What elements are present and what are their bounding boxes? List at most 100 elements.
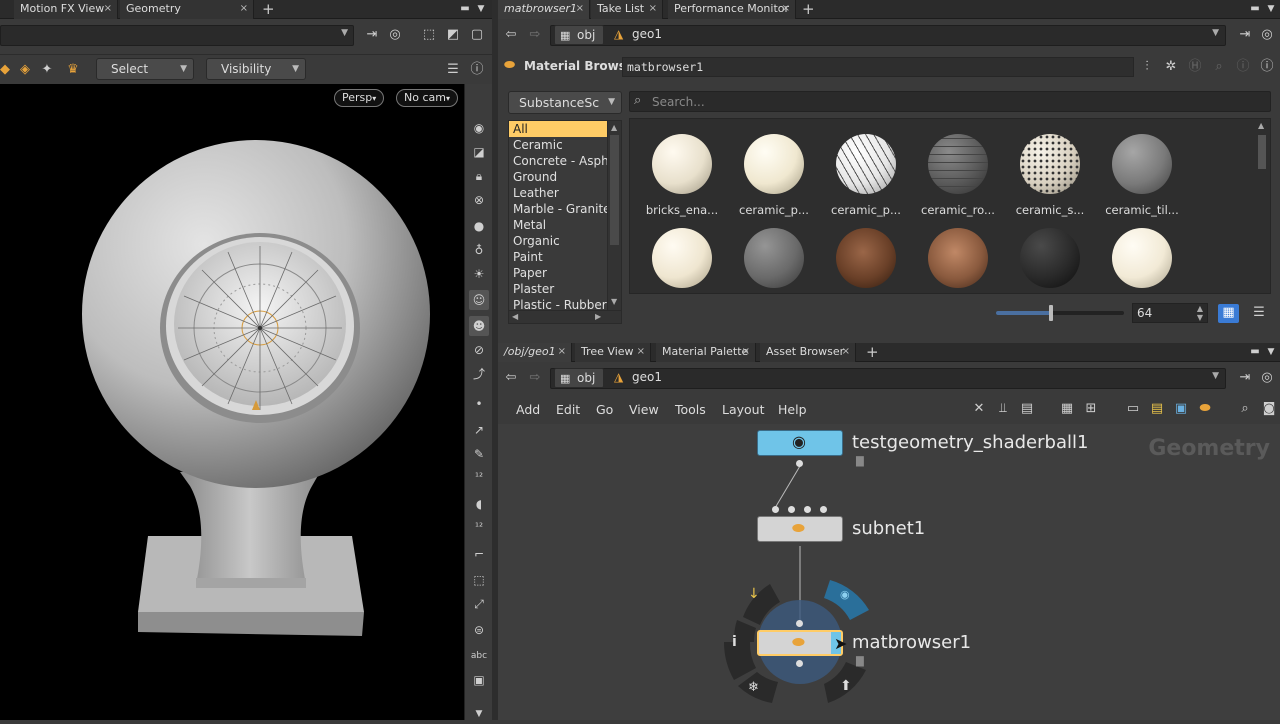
- vertex-icon[interactable]: ◖: [469, 494, 489, 514]
- menu-view[interactable]: View: [629, 402, 659, 417]
- node-input-dot[interactable]: [796, 620, 803, 627]
- material-thumb[interactable]: ceramic_p...: [820, 134, 912, 217]
- material-search-field[interactable]: ⌕ Search...: [629, 91, 1271, 112]
- help-icon[interactable]: ⓘ: [468, 61, 486, 79]
- category-scrollbar[interactable]: ▲ ▼: [607, 121, 621, 311]
- node-matbrowser1[interactable]: ⬬: [757, 630, 843, 656]
- breadcrumb-obj[interactable]: ▦ obj: [554, 368, 605, 388]
- brush-icon[interactable]: ↗: [469, 420, 489, 440]
- menu-edit[interactable]: Edit: [556, 402, 580, 417]
- camera-mode-button[interactable]: Persp▾: [334, 89, 385, 107]
- category-item[interactable]: Leather: [509, 185, 621, 201]
- back-arrow-icon[interactable]: ⇦: [502, 369, 520, 387]
- image-icon[interactable]: ▣: [1172, 400, 1190, 418]
- add-tab-icon[interactable]: +: [262, 0, 275, 18]
- houdini-icon[interactable]: Ⓗ: [1186, 58, 1204, 76]
- normals-icon[interactable]: ⤴: [469, 364, 489, 384]
- node-input-dot[interactable]: [820, 506, 827, 513]
- freeze-icon[interactable]: ❄: [748, 680, 759, 695]
- tab-asset-browser[interactable]: Asset Browser ×: [760, 343, 856, 362]
- material-thumb[interactable]: [1096, 228, 1188, 288]
- search-icon[interactable]: ⌕: [1236, 400, 1254, 418]
- magic-wand-icon[interactable]: ✦: [38, 61, 56, 79]
- lock-icon[interactable]: ▇: [856, 656, 864, 667]
- grid-icon[interactable]: ▦: [1058, 400, 1076, 418]
- material-thumb[interactable]: ceramic_s...: [1004, 134, 1096, 217]
- grid-snap-icon[interactable]: ◈: [16, 61, 34, 79]
- forward-arrow-icon[interactable]: ⇨: [526, 26, 544, 44]
- chevron-down-icon[interactable]: ▼: [341, 28, 348, 38]
- template-icon[interactable]: ◪: [469, 142, 489, 162]
- menu-tools[interactable]: Tools: [675, 402, 706, 417]
- menu-help[interactable]: Help: [778, 402, 807, 417]
- material-icon[interactable]: ⬬: [1196, 400, 1214, 418]
- category-hscrollbar[interactable]: ◀ ▶: [509, 310, 621, 323]
- camera-select-button[interactable]: No cam▾: [396, 89, 458, 107]
- link-icon[interactable]: ◎: [1258, 369, 1276, 387]
- tree-icon[interactable]: ⫫: [994, 400, 1012, 418]
- help-icon[interactable]: ⓘ: [1258, 58, 1276, 76]
- tab-matbrowser1[interactable]: matbrowser1 ×: [498, 0, 590, 19]
- tab-take-list[interactable]: Take List ×: [591, 0, 663, 19]
- stepper-icon[interactable]: ▲ ▼: [1197, 304, 1203, 322]
- node-output-dot[interactable]: [796, 660, 803, 667]
- node-output-dot[interactable]: [796, 460, 803, 467]
- background-image-icon[interactable]: ▭: [1124, 400, 1142, 418]
- close-icon[interactable]: ×: [842, 343, 850, 361]
- thumbnail-size-field[interactable]: 64 ▲ ▼: [1132, 303, 1208, 323]
- pin-icon[interactable]: ⇥: [1236, 369, 1254, 387]
- material-thumb[interactable]: [636, 228, 728, 288]
- pen-icon[interactable]: ✎: [469, 444, 489, 464]
- close-icon[interactable]: ×: [742, 343, 750, 361]
- node-subnet1[interactable]: ⬬: [757, 516, 843, 542]
- category-item[interactable]: Organic: [509, 233, 621, 249]
- headlight-icon[interactable]: ☀: [469, 264, 489, 284]
- category-item[interactable]: Marble - Granite: [509, 201, 621, 217]
- breadcrumb-geo1[interactable]: ◮ geo1: [610, 25, 670, 45]
- maximize-icon[interactable]: ▢: [468, 26, 486, 44]
- shading-icon[interactable]: ●: [469, 216, 489, 236]
- chevron-down-icon[interactable]: ▼: [472, 0, 490, 18]
- chevron-down-icon[interactable]: ▼: [469, 704, 489, 724]
- material-thumb[interactable]: ceramic_til...: [1096, 134, 1188, 217]
- add-tab-icon[interactable]: +: [866, 343, 879, 361]
- pin-icon[interactable]: ⇥: [1236, 26, 1254, 44]
- close-icon[interactable]: ×: [782, 0, 790, 18]
- category-item[interactable]: Concrete - Asphalt: [509, 153, 621, 169]
- breadcrumb-obj[interactable]: ▦ obj: [554, 25, 605, 45]
- back-arrow-icon[interactable]: ⇦: [502, 26, 520, 44]
- add-tab-icon[interactable]: +: [802, 0, 815, 18]
- isolate-icon[interactable]: ☻: [469, 316, 489, 336]
- layout-icon[interactable]: ⊞: [1082, 400, 1100, 418]
- material-thumb[interactable]: [820, 228, 912, 288]
- category-item[interactable]: Ground: [509, 169, 621, 185]
- node-input-dot[interactable]: [772, 506, 779, 513]
- close-icon[interactable]: ×: [240, 0, 248, 18]
- thumbnail-size-slider[interactable]: [996, 305, 1124, 321]
- close-icon[interactable]: ×: [104, 0, 112, 18]
- tab-performance-monitor[interactable]: Performance Monitor ×: [668, 0, 796, 19]
- menu-layout[interactable]: Layout: [722, 402, 765, 417]
- link-icon[interactable]: ◎: [386, 26, 404, 44]
- light-icon[interactable]: ♁: [469, 240, 489, 260]
- bounds-icon[interactable]: ⬚: [469, 570, 489, 590]
- category-item[interactable]: All: [509, 121, 607, 137]
- ghost-icon[interactable]: ☺: [469, 290, 489, 310]
- slider-handle[interactable]: [1049, 305, 1053, 321]
- tab-geometry-spreadsheet[interactable]: Geometry Spreadsheet ×: [120, 0, 254, 33]
- camera-icon[interactable]: ◙: [1260, 400, 1278, 418]
- close-icon[interactable]: ×: [637, 343, 645, 361]
- scroll-left-icon[interactable]: ◀: [512, 312, 518, 321]
- filter-icon[interactable]: ⫶: [1138, 58, 1156, 76]
- scroll-down-icon[interactable]: ▼: [611, 297, 617, 306]
- list-icon[interactable]: ▤: [1018, 400, 1036, 418]
- corner-icon[interactable]: ⌐: [469, 544, 489, 564]
- eye-icon[interactable]: ◉: [469, 118, 489, 138]
- points-icon[interactable]: •: [469, 394, 489, 414]
- chevron-down-icon[interactable]: ▼: [1212, 371, 1219, 381]
- tab-obj-geo1[interactable]: /obj/geo1 ×: [498, 343, 572, 362]
- chevron-down-icon[interactable]: ▼: [1262, 343, 1280, 361]
- material-thumb[interactable]: [912, 228, 1004, 288]
- scroll-thumb[interactable]: [1258, 135, 1266, 169]
- wrench-icon[interactable]: ✕: [970, 400, 988, 418]
